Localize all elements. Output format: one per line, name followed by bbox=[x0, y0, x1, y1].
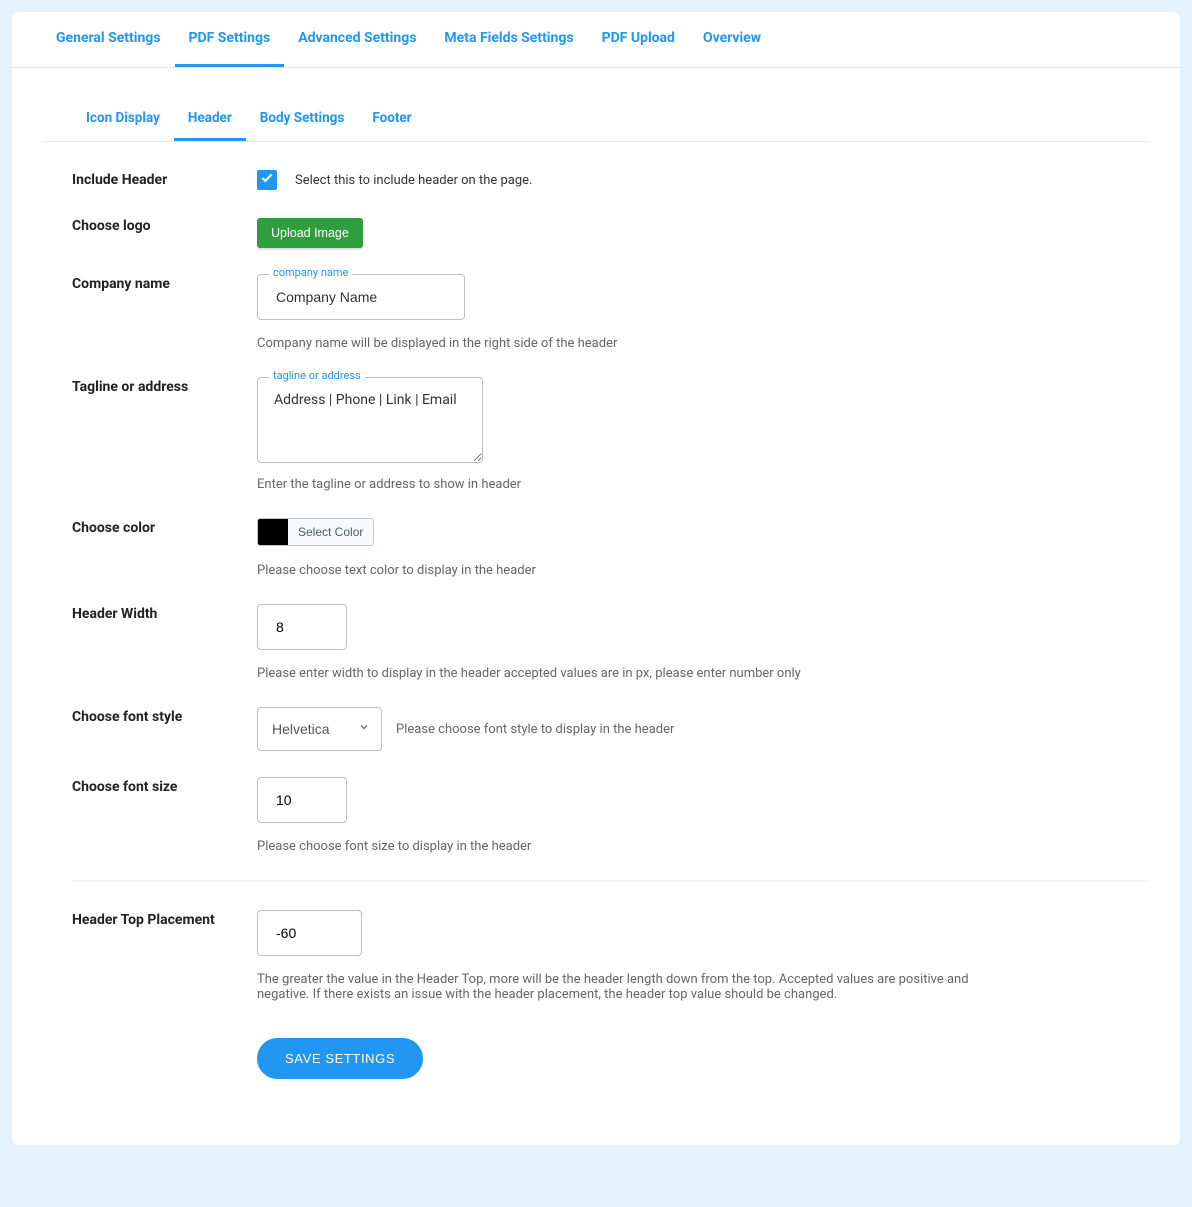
subtab-footer[interactable]: Footer bbox=[358, 96, 425, 141]
company-name-helper: Company name will be displayed in the ri… bbox=[257, 336, 1150, 351]
select-color-button[interactable]: Select Color bbox=[288, 519, 373, 545]
label-choose-color: Choose color bbox=[72, 518, 257, 536]
tab-pdf-upload[interactable]: PDF Upload bbox=[588, 12, 689, 67]
settings-panel: General Settings PDF Settings Advanced S… bbox=[12, 12, 1180, 1145]
label-header-top: Header Top Placement bbox=[72, 910, 257, 928]
include-header-description: Select this to include header on the pag… bbox=[295, 173, 532, 188]
font-style-helper: Please choose font style to display in t… bbox=[396, 722, 674, 737]
label-choose-logo: Choose logo bbox=[72, 216, 257, 234]
header-width-helper: Please enter width to display in the hea… bbox=[257, 666, 1150, 681]
label-header-width: Header Width bbox=[72, 604, 257, 622]
include-header-checkbox[interactable] bbox=[257, 170, 277, 190]
header-settings-form: Include Header Select this to include he… bbox=[42, 142, 1150, 1079]
tab-advanced-settings[interactable]: Advanced Settings bbox=[284, 12, 430, 67]
label-font-size: Choose font size bbox=[72, 777, 257, 795]
subtab-body-settings[interactable]: Body Settings bbox=[246, 96, 359, 141]
color-picker[interactable]: Select Color bbox=[257, 518, 374, 546]
header-width-input[interactable] bbox=[257, 604, 347, 650]
check-icon bbox=[260, 171, 274, 189]
color-swatch bbox=[258, 519, 288, 545]
header-top-helper: The greater the value in the Header Top,… bbox=[257, 972, 987, 1002]
color-helper: Please choose text color to display in t… bbox=[257, 563, 1150, 578]
subtab-header[interactable]: Header bbox=[174, 96, 246, 141]
divider bbox=[72, 880, 1150, 882]
tab-meta-fields-settings[interactable]: Meta Fields Settings bbox=[430, 12, 587, 67]
label-font-style: Choose font style bbox=[72, 707, 257, 725]
sub-tabs: Icon Display Header Body Settings Footer bbox=[42, 96, 1150, 142]
main-tabs: General Settings PDF Settings Advanced S… bbox=[12, 12, 1180, 68]
upload-image-button[interactable]: Upload Image bbox=[257, 218, 363, 248]
tab-general-settings[interactable]: General Settings bbox=[42, 12, 175, 67]
tab-overview[interactable]: Overview bbox=[689, 12, 775, 67]
subtab-icon-display[interactable]: Icon Display bbox=[72, 96, 174, 141]
tab-pdf-settings[interactable]: PDF Settings bbox=[175, 12, 285, 67]
tagline-textarea[interactable] bbox=[257, 377, 483, 463]
label-tagline: Tagline or address bbox=[72, 377, 257, 395]
tagline-float-label: tagline or address bbox=[269, 369, 365, 382]
font-style-select[interactable]: Helvetica bbox=[257, 707, 382, 751]
font-size-input[interactable] bbox=[257, 777, 347, 823]
company-name-input[interactable] bbox=[257, 274, 465, 320]
header-top-input[interactable] bbox=[257, 910, 362, 956]
label-company-name: Company name bbox=[72, 274, 257, 292]
tagline-helper: Enter the tagline or address to show in … bbox=[257, 477, 1150, 492]
font-size-helper: Please choose font size to display in th… bbox=[257, 839, 1150, 854]
panel-body: Icon Display Header Body Settings Footer… bbox=[12, 68, 1180, 1145]
save-settings-button[interactable]: SAVE SETTINGS bbox=[257, 1038, 423, 1079]
label-include-header: Include Header bbox=[72, 170, 257, 188]
company-name-float-label: company name bbox=[269, 266, 352, 279]
